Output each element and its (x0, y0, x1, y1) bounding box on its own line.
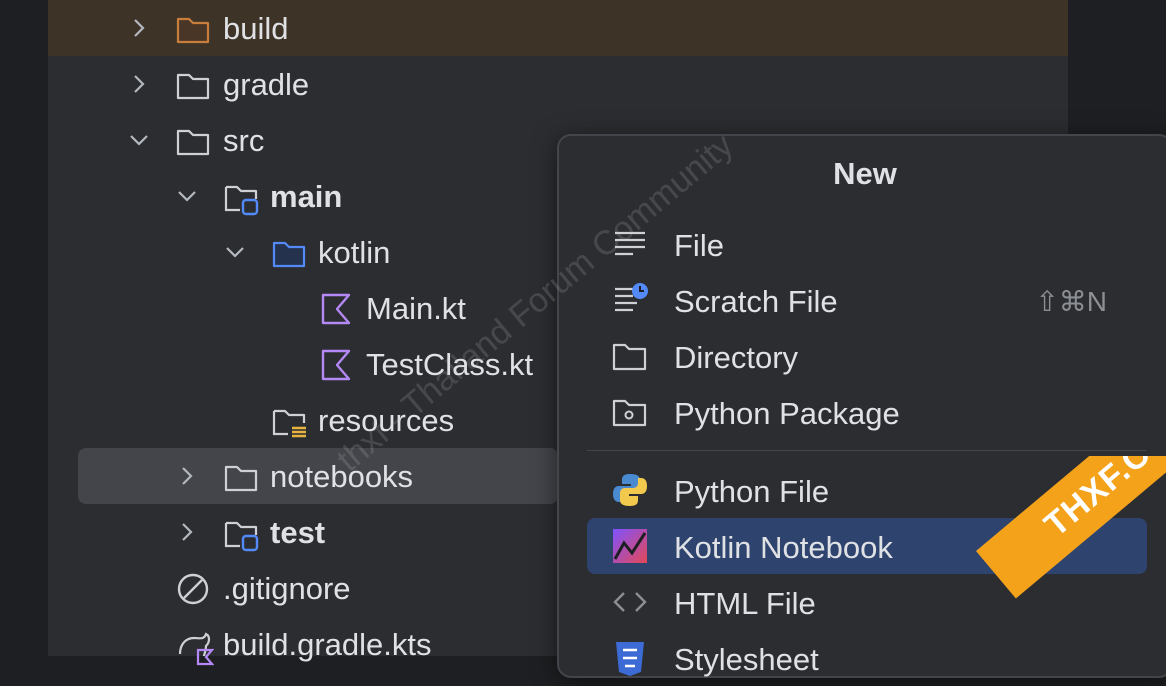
stylesheet-icon (611, 639, 649, 677)
python-file-icon (611, 471, 649, 509)
tree-item-main[interactable]: main (48, 168, 558, 224)
menu-item-label: Python Package (674, 396, 900, 431)
chevron-right-icon[interactable] (128, 73, 150, 95)
menu-separator (587, 450, 1147, 451)
chevron-down-icon[interactable] (128, 129, 150, 151)
gradle-file-icon (176, 628, 215, 666)
folder-excluded-icon (176, 12, 210, 46)
kotlin-file-icon (320, 292, 354, 326)
tree-item-label: test (270, 515, 326, 550)
tree-item-label: .gitignore (223, 571, 351, 606)
menu-title: New (833, 156, 897, 191)
tree-item-build[interactable]: build (48, 0, 1068, 56)
kotlin-source-folder-icon (272, 236, 306, 270)
chevron-right-icon[interactable] (176, 521, 198, 543)
file-icon (611, 225, 649, 263)
tree-item-label: gradle (223, 67, 310, 102)
menu-item-label: Stylesheet (674, 642, 819, 677)
scratch-file-icon (611, 281, 649, 319)
tree-item-resources[interactable]: resources (48, 392, 558, 448)
tree-item-testclass-kt[interactable]: TestClass.kt (48, 336, 558, 392)
kotlin-file-icon (320, 348, 354, 382)
test-root-folder-icon (224, 516, 259, 552)
folder-icon (176, 124, 210, 158)
chevron-down-icon[interactable] (224, 241, 246, 263)
tree-item-label: kotlin (318, 235, 391, 270)
resources-folder-icon (272, 404, 306, 438)
directory-icon (611, 337, 649, 375)
tree-item-main-kt[interactable]: Main.kt (48, 280, 558, 336)
menu-item-directory[interactable]: Directory (587, 328, 1147, 384)
python-package-icon (611, 393, 649, 431)
menu-item-label: Directory (674, 340, 799, 375)
menu-item-label: HTML File (674, 586, 816, 621)
menu-item-scratch-file[interactable]: Scratch File ⇧⌘N (587, 272, 1147, 328)
tree-item-gitignore[interactable]: .gitignore (48, 560, 558, 616)
chevron-down-icon[interactable] (176, 185, 198, 207)
tree-item-label: build (223, 11, 289, 46)
tree-item-label: main (270, 179, 343, 214)
tree-item-label: src (223, 123, 265, 158)
menu-item-python-package[interactable]: Python Package (587, 384, 1147, 440)
folder-icon (176, 68, 210, 102)
html-file-icon (611, 583, 649, 621)
menu-item-file[interactable]: File (587, 216, 1147, 272)
shortcut-label: ⇧⌘N (1035, 286, 1107, 317)
tree-item-label: resources (318, 403, 455, 438)
tree-item-label: Main.kt (366, 291, 466, 326)
chevron-right-icon[interactable] (176, 465, 198, 487)
menu-item-label: Scratch File (674, 284, 838, 319)
tree-item-label: notebooks (270, 459, 414, 494)
menu-item-label: Python File (674, 474, 830, 509)
source-root-folder-icon (224, 180, 259, 216)
tree-item-kotlin[interactable]: kotlin (48, 224, 558, 280)
menu-item-label: Kotlin Notebook (674, 530, 893, 565)
tree-item-gradle[interactable]: gradle (48, 56, 1068, 112)
tree-item-test[interactable]: test (48, 504, 558, 560)
tree-item-notebooks[interactable]: notebooks (78, 448, 558, 504)
tree-item-label: build.gradle.kts (223, 627, 432, 662)
folder-icon (224, 460, 258, 494)
ignore-file-icon (176, 572, 210, 606)
tree-item-build-gradle-kts[interactable]: build.gradle.kts (48, 616, 558, 672)
chevron-right-icon[interactable] (128, 17, 150, 39)
menu-item-label: File (674, 228, 724, 263)
site-badge-label: THXF.ORG (976, 456, 1166, 599)
kotlin-notebook-icon (611, 527, 649, 565)
site-badge: THXF.ORG (966, 456, 1166, 656)
tree-item-label: TestClass.kt (366, 347, 534, 382)
